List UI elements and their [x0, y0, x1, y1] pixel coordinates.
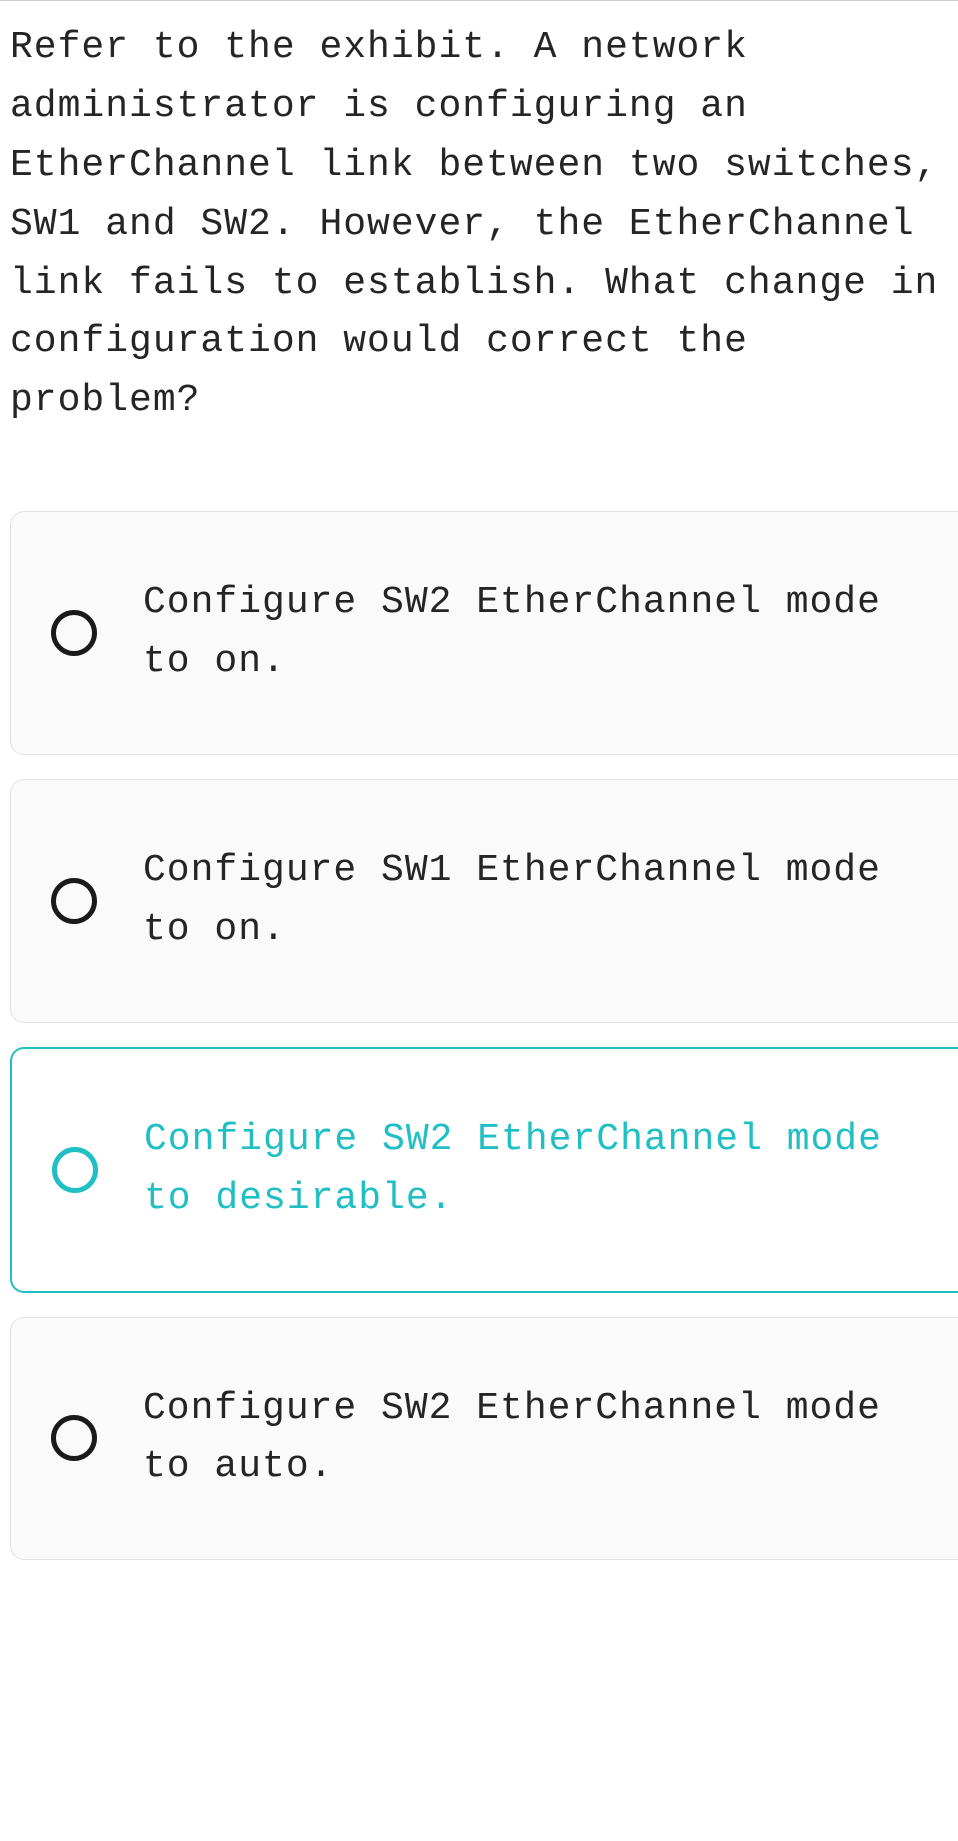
question-text: Refer to the exhibit. A network administ… — [0, 1, 958, 471]
option-label: Configure SW1 EtherChannel mode to on. — [143, 842, 928, 960]
radio-icon — [51, 878, 97, 924]
options-container: Configure SW2 EtherChannel mode to on. C… — [0, 471, 958, 1560]
radio-icon — [51, 610, 97, 656]
option-label: Configure SW2 EtherChannel mode to on. — [143, 574, 928, 692]
radio-icon — [52, 1147, 98, 1193]
option-label: Configure SW2 EtherChannel mode to desir… — [144, 1111, 928, 1229]
answer-option-1[interactable]: Configure SW2 EtherChannel mode to on. — [10, 511, 958, 755]
answer-option-3[interactable]: Configure SW2 EtherChannel mode to desir… — [10, 1047, 958, 1293]
option-label: Configure SW2 EtherChannel mode to auto. — [143, 1380, 928, 1498]
answer-option-2[interactable]: Configure SW1 EtherChannel mode to on. — [10, 779, 958, 1023]
answer-option-4[interactable]: Configure SW2 EtherChannel mode to auto. — [10, 1317, 958, 1561]
radio-icon — [51, 1415, 97, 1461]
